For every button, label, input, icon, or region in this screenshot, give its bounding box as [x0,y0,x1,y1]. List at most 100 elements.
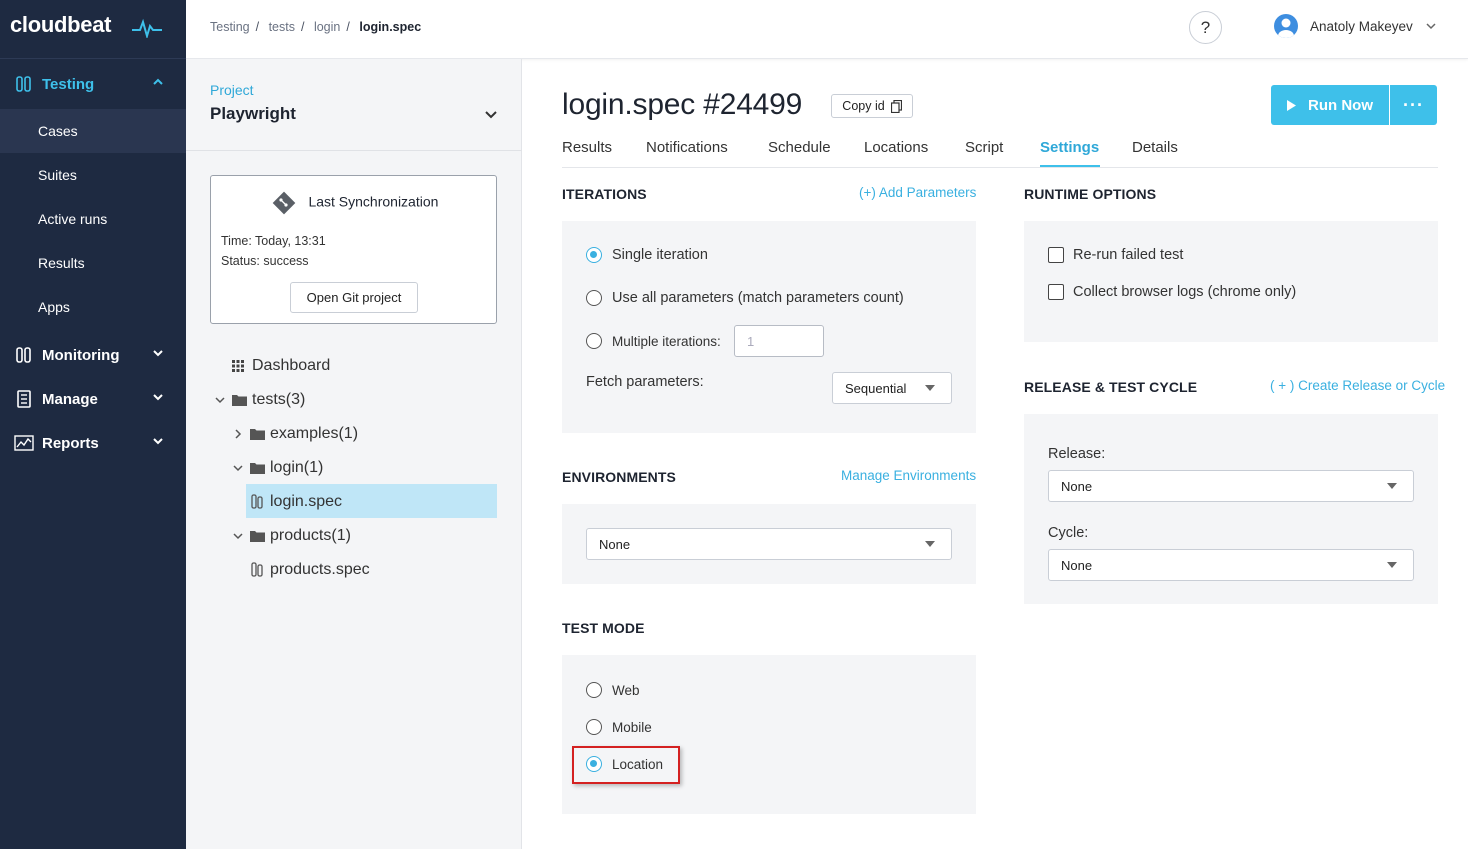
tree-item-tests[interactable]: tests(3) [212,383,305,417]
chevron-down-icon[interactable] [230,531,246,541]
chevron-right-icon[interactable] [230,429,246,439]
tree-item-products[interactable]: products(1) [230,519,351,553]
more-icon: ··· [1403,94,1424,115]
breadcrumb-item[interactable]: tests [269,20,295,34]
tree-item-label: examples(1) [270,425,359,442]
cycle-label: Cycle: [1048,525,1089,541]
nav-item-label: Cases [38,123,78,139]
top-bar: Testing / tests / login / login.spec ? Anat… [186,0,1468,59]
tab-settings[interactable]: Settings [1040,139,1099,156]
run-now-button[interactable]: Run Now [1271,85,1389,125]
caret-down-icon [925,541,935,547]
checkbox-collect-browser-logs[interactable]: Collect browser logs (chrome only) [1048,284,1296,300]
nav-item-active-runs[interactable]: Active runs [0,197,186,241]
copy-id-button[interactable]: Copy id [831,94,913,118]
project-name[interactable]: Playwright [210,104,296,124]
sync-panel: Last Synchronization Time: Today, 13:31 … [210,175,497,324]
page-title: login.spec #24499 [562,88,803,121]
test-file-icon [250,494,266,510]
runtime-options-title: RUNTIME OPTIONS [1024,186,1157,202]
select-value: Sequential [845,380,907,396]
nav-section-testing[interactable]: Testing [0,62,186,106]
chevron-up-icon [153,78,163,85]
chevron-down-icon[interactable] [230,463,246,473]
tree-item-label: tests(3) [252,391,306,408]
breadcrumb-item[interactable]: Testing [210,20,250,34]
caret-down-icon [1387,562,1397,568]
checkbox-rerun-failed[interactable]: Re-run failed test [1048,247,1183,263]
tab-details[interactable]: Details [1132,139,1178,156]
environment-select[interactable]: None [586,528,952,560]
pulse-icon [132,18,162,38]
radio-use-all-parameters[interactable]: Use all parameters (match parameters cou… [586,290,904,306]
grid-icon [232,360,248,372]
caret-down-icon [925,385,935,391]
git-icon [272,191,295,215]
add-parameters-link[interactable]: (+) Add Parameters [859,185,976,200]
play-icon [1287,99,1296,111]
breadcrumb-separator: / [300,20,305,34]
chevron-down-icon[interactable] [212,395,228,405]
nav-section-reports[interactable]: Reports [0,421,186,465]
radio-single-iteration[interactable]: Single iteration [586,247,708,263]
radio-label: Single iteration [612,247,708,263]
release-label: Release: [1048,446,1106,462]
tab-script[interactable]: Script [965,139,1003,156]
test-tubes-icon [14,74,34,94]
nav-section-manage[interactable]: Manage [0,377,186,421]
tree-item-dashboard[interactable]: Dashboard [232,349,330,383]
manage-environments-link[interactable]: Manage Environments [841,468,976,483]
tree-item-login[interactable]: login(1) [230,451,323,485]
project-label: Project [210,82,254,98]
checkbox-label: Collect browser logs (chrome only) [1073,284,1297,300]
fetch-parameters-select[interactable]: Sequential [832,372,952,404]
release-select[interactable]: None [1048,470,1414,502]
nav-item-results[interactable]: Results [0,241,186,285]
nav-section-label: Reports [42,434,99,452]
runtime-options-card [1024,221,1438,342]
radio-indicator [586,290,602,306]
radio-label: Mobile [612,719,652,735]
tab-locations[interactable]: Locations [864,139,928,156]
tab-notifications[interactable]: Notifications [646,139,728,156]
tab-results[interactable]: Results [562,139,612,156]
nav-item-label: Suites [38,167,77,183]
radio-mobile[interactable]: Mobile [586,719,652,735]
breadcrumb-item[interactable]: login [314,20,340,34]
nav-section-label: Testing [42,75,95,93]
cycle-select[interactable]: None [1048,549,1414,581]
breadcrumb-separator: / [255,20,260,34]
chevron-down-icon [153,438,163,445]
avatar [1274,14,1298,38]
create-release-link[interactable]: ( + ) Create Release or Cycle [1270,378,1445,393]
open-git-project-button[interactable]: Open Git project [290,282,418,313]
tree-item-examples[interactable]: examples(1) [230,417,358,451]
chevron-down-icon[interactable] [484,108,498,122]
nav-item-cases[interactable]: Cases [0,109,186,153]
tree-item-label: products(1) [270,527,351,544]
folder-icon [250,462,266,474]
nav-section-monitoring[interactable]: Monitoring [0,333,186,377]
chart-icon [14,433,34,453]
radio-multiple-iterations[interactable]: Multiple iterations: [586,333,721,349]
tree-item-products-spec[interactable]: products.spec [250,553,370,587]
logo[interactable]: cloudbeat [10,12,162,38]
nav-item-apps[interactable]: Apps [0,285,186,329]
copy-id-label: Copy id [842,99,885,113]
run-now-label: Run Now [1308,96,1373,114]
radio-indicator [586,247,602,263]
folder-icon [250,428,266,440]
iterations-count-input[interactable]: 1 [734,325,824,357]
help-button[interactable]: ? [1189,11,1222,44]
tab-schedule[interactable]: Schedule [768,139,831,156]
tree-item-label: login.spec [270,493,343,510]
tree-item-label: products.spec [270,561,370,578]
tree-item-login-spec[interactable]: login.spec [250,485,342,519]
more-options-button[interactable]: ··· [1390,85,1437,125]
user-menu[interactable]: Anatoly Makeyev [1274,14,1437,38]
copy-icon [890,99,902,113]
user-name: Anatoly Makeyev [1310,18,1413,34]
nav-item-suites[interactable]: Suites [0,153,186,197]
radio-web[interactable]: Web [586,682,640,698]
test-mode-title: TEST MODE [562,620,645,636]
